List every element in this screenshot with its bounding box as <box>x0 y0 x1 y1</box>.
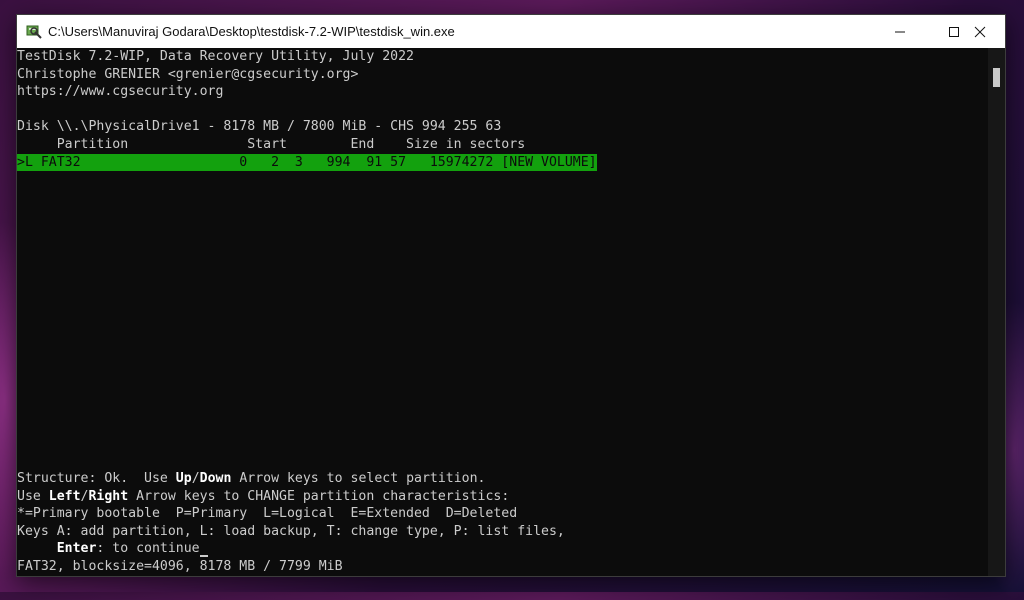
header-author-line: Christophe GRENIER <grenier@cgsecurity.o… <box>17 66 359 82</box>
status-line-structure: Structure: Ok. Use Up/Down Arrow keys to… <box>17 470 485 488</box>
key-enter[interactable]: Enter <box>57 541 97 556</box>
enter-continue-text: : to continue <box>96 541 200 557</box>
status-slash: / <box>191 471 200 486</box>
header-url-line: https://www.cgsecurity.org <box>17 84 224 100</box>
status-line-change: Use Left/Right Arrow keys to CHANGE part… <box>17 488 509 506</box>
key-right: Right <box>88 488 129 504</box>
filesystem-info-line: FAT32, blocksize=4096, 8178 MB / 7799 Mi… <box>17 559 343 574</box>
console-output[interactable]: TestDisk 7.2-WIP, Data Recovery Utility,… <box>17 48 989 576</box>
keys-help-line: Keys A: add partition, L: load backup, T… <box>17 523 565 539</box>
header-title-line: TestDisk 7.2-WIP, Data Recovery Utility,… <box>17 49 414 64</box>
key-down: Down <box>199 471 232 486</box>
enter-continue-line[interactable]: Enter: to continue <box>17 540 208 558</box>
status-text: Use <box>17 488 49 504</box>
status-text: Structure: Ok. Use <box>17 471 176 486</box>
key-up: Up <box>175 471 192 486</box>
key-left: Left <box>48 488 81 504</box>
title-bar[interactable]: C:\Users\Manuviraj Godara\Desktop\testdi… <box>17 15 1005 48</box>
partition-row-selected[interactable]: >L FAT32 0 2 3 994 91 57 15974272 [NEW V… <box>17 153 597 172</box>
close-icon <box>974 26 986 37</box>
testdisk-app-icon <box>26 25 42 39</box>
disk-info-line: Disk \\.\PhysicalDrive1 - 8178 MB / 7800… <box>17 119 502 135</box>
minimize-button[interactable] <box>873 15 927 48</box>
status-text-end: Arrow keys to CHANGE partition character… <box>128 488 510 504</box>
close-button[interactable] <box>953 15 1007 48</box>
terminal-window: C:\Users\Manuviraj Godara\Desktop\testdi… <box>16 14 1006 577</box>
vertical-scrollbar[interactable] <box>988 48 1005 576</box>
scrollbar-thumb[interactable] <box>993 68 1000 87</box>
text-cursor <box>199 554 208 557</box>
window-title: C:\Users\Manuviraj Godara\Desktop\testdi… <box>48 24 455 39</box>
partition-columns-header: Partition Start End Size in sectors <box>17 137 526 152</box>
status-text-end: Arrow keys to select partition. <box>231 471 486 486</box>
minimize-icon <box>895 31 905 32</box>
partition-type-legend: *=Primary bootable P=Primary L=Logical E… <box>17 506 518 522</box>
enter-indent <box>17 541 57 556</box>
